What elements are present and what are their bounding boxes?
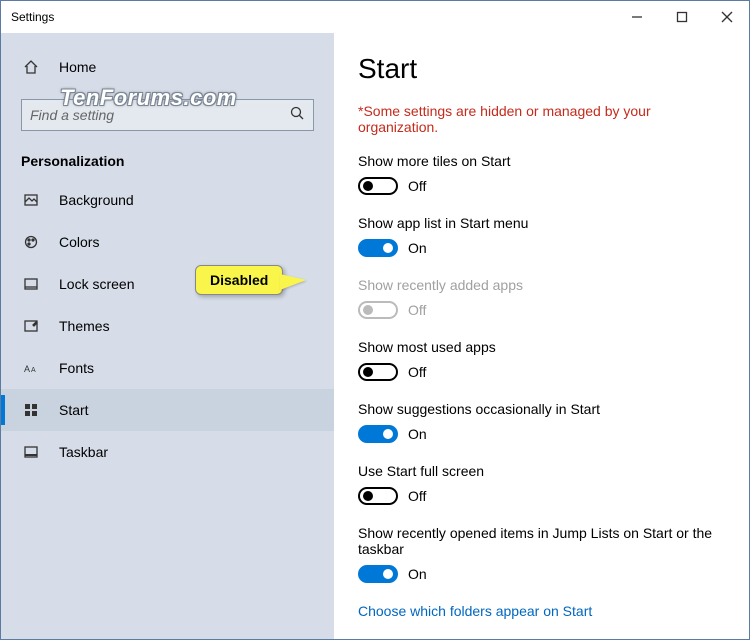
setting-label: Use Start full screen [358,463,725,479]
settings-window: Settings Home Personalization Backgrou [0,0,750,640]
toggle-switch[interactable] [358,565,398,583]
page-title: Start [358,53,725,85]
search-icon [289,105,305,126]
sidebar-item-start[interactable]: Start [1,389,334,431]
toggle-switch [358,301,398,319]
background-icon [21,192,41,208]
sidebar-item-fonts[interactable]: AA Fonts [1,347,334,389]
toggle-switch[interactable] [358,487,398,505]
sidebar-item-label: Lock screen [59,276,134,292]
svg-text:A: A [31,367,36,374]
toggle-row: Off [358,177,725,195]
toggle-knob-icon [383,429,393,439]
toggle-knob-icon [383,569,393,579]
setting-label: Show recently opened items in Jump Lists… [358,525,725,557]
sidebar-item-background[interactable]: Background [1,179,334,221]
toggle-state-label: Off [408,178,426,194]
setting-row: Show recently added apps Off [358,277,725,319]
toggle-row: On [358,565,725,583]
sidebar-item-label: Themes [59,318,110,334]
sidebar-item-themes[interactable]: Themes [1,305,334,347]
toggle-row: On [358,239,725,257]
toggle-state-label: Off [408,364,426,380]
setting-row: Show suggestions occasionally in Start On [358,401,725,443]
sidebar-item-label: Taskbar [59,444,108,460]
titlebar: Settings [1,1,749,33]
settings-list: Show more tiles on Start Off Show app list… [358,153,725,583]
setting-label: Show recently added apps [358,277,725,293]
toggle-knob-icon [363,491,373,501]
sidebar-item-colors[interactable]: Colors [1,221,334,263]
toggle-state-label: On [408,566,427,582]
sidebar-item-label: Fonts [59,360,94,376]
window-title: Settings [11,10,54,24]
setting-label: Show most used apps [358,339,725,355]
content-pane: Start *Some settings are hidden or manag… [334,33,749,639]
sidebar-item-label: Start [59,402,89,418]
setting-row: Show app list in Start menu On [358,215,725,257]
colors-icon [21,234,41,250]
toggle-switch[interactable] [358,363,398,381]
toggle-state-label: Off [408,302,426,318]
setting-label: Show suggestions occasionally in Start [358,401,725,417]
start-icon [21,402,41,418]
lockscreen-icon [21,276,41,292]
nav-list: Background Colors Lock screen Themes AA Fonts… [1,179,334,473]
close-button[interactable] [704,1,749,33]
setting-label: Show app list in Start menu [358,215,725,231]
home-nav[interactable]: Home [1,51,334,83]
policy-warning: *Some settings are hidden or managed by … [358,103,725,135]
sidebar-item-taskbar[interactable]: Taskbar [1,431,334,473]
setting-label: Show more tiles on Start [358,153,725,169]
toggle-knob-icon [363,367,373,377]
toggle-knob-icon [363,305,373,315]
toggle-knob-icon [383,243,393,253]
toggle-switch[interactable] [358,425,398,443]
themes-icon [21,318,41,334]
window-body: Home Personalization Background Colors Loc… [1,33,749,639]
setting-row: Use Start full screen Off [358,463,725,505]
taskbar-icon [21,444,41,460]
svg-text:A: A [24,364,30,374]
maximize-button[interactable] [659,1,704,33]
toggle-row: Off [358,301,725,319]
toggle-row: On [358,425,725,443]
footer-link[interactable]: Choose which folders appear on Start [358,603,725,619]
toggle-switch[interactable] [358,239,398,257]
toggle-state-label: Off [408,488,426,504]
setting-row: Show recently opened items in Jump Lists… [358,525,725,583]
sidebar-item-label: Background [59,192,134,208]
search-box[interactable] [21,99,314,131]
toggle-row: Off [358,363,725,381]
toggle-knob-icon [363,181,373,191]
search-input[interactable] [30,107,289,123]
fonts-icon: AA [21,360,41,376]
minimize-button[interactable] [614,1,659,33]
section-heading: Personalization [1,141,334,179]
setting-row: Show more tiles on Start Off [358,153,725,195]
sidebar-item-lock-screen[interactable]: Lock screen [1,263,334,305]
sidebar: Home Personalization Background Colors Loc… [1,33,334,639]
toggle-switch[interactable] [358,177,398,195]
toggle-state-label: On [408,240,427,256]
home-label: Home [59,59,96,75]
toggle-row: Off [358,487,725,505]
sidebar-item-label: Colors [59,234,99,250]
toggle-state-label: On [408,426,427,442]
setting-row: Show most used apps Off [358,339,725,381]
home-icon [21,59,41,75]
window-controls [614,1,749,33]
